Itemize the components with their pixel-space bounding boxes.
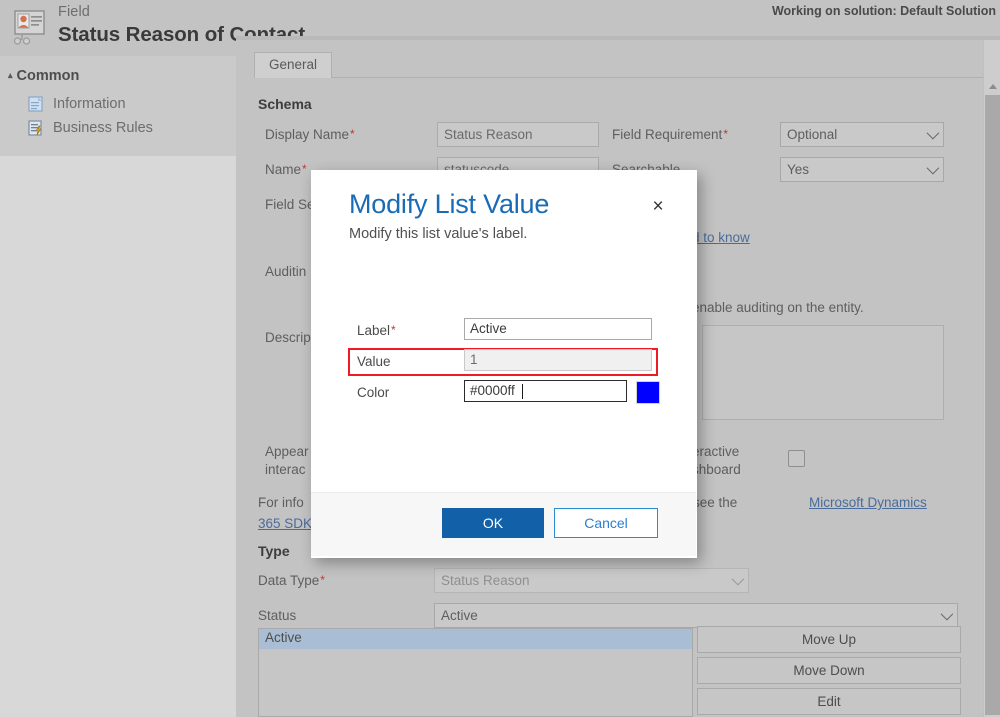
label-interactive-line1: eractive: [692, 444, 739, 459]
sidebar-group-label: Common: [17, 68, 80, 84]
vertical-scrollbar[interactable]: [983, 40, 1000, 717]
working-solution-label: Working on solution: Default Solution: [772, 4, 996, 18]
auditing-note: enable auditing on the entity.: [692, 300, 864, 315]
color-swatch[interactable]: [636, 381, 660, 404]
sdk-note-prefix: For info: [258, 495, 304, 510]
chevron-down-icon: [732, 573, 745, 586]
label-field-security: Field Se: [265, 197, 315, 212]
modify-list-value-dialog: Modify List Value Modify this list value…: [311, 170, 696, 556]
sidebar-group-common[interactable]: ▴ Common: [8, 68, 79, 84]
sidebar-item-label: Business Rules: [53, 120, 153, 136]
information-page-icon: [28, 96, 45, 112]
close-icon[interactable]: ×: [648, 196, 668, 216]
interactive-dashboard-checkbox[interactable]: [788, 450, 805, 467]
edit-button[interactable]: Edit: [697, 688, 961, 715]
label-field-requirement: Field Requirement*: [612, 127, 728, 142]
sidebar-item-business-rules[interactable]: Business Rules: [28, 116, 153, 140]
label-name: Name*: [265, 162, 307, 177]
list-item[interactable]: Active: [259, 629, 692, 649]
modal-label-label: Label*: [357, 323, 396, 338]
field-requirement-value: Optional: [787, 127, 837, 142]
move-up-button[interactable]: Move Up: [697, 626, 961, 653]
modal-footer: OK Cancel: [311, 492, 696, 556]
status-value: Active: [441, 608, 478, 623]
required-marker: *: [723, 127, 728, 141]
business-rules-icon: [28, 120, 45, 136]
chevron-down-icon: [941, 608, 954, 621]
move-down-button[interactable]: Move Down: [697, 657, 961, 684]
searchable-value: Yes: [787, 162, 809, 177]
sidebar: ▴ Common Information Business Rules: [0, 56, 236, 156]
collapse-caret-icon: ▴: [8, 70, 13, 81]
label-status: Status: [258, 608, 296, 623]
modal-color-label: Color: [357, 385, 389, 400]
ok-button[interactable]: OK: [442, 508, 544, 538]
text-caret: [522, 384, 523, 399]
label-data-type: Data Type*: [258, 573, 325, 588]
searchable-select[interactable]: Yes: [780, 157, 944, 182]
scrollbar-thumb[interactable]: [985, 95, 1000, 715]
data-type-select: Status Reason: [434, 568, 749, 593]
scroll-up-arrow-icon[interactable]: [984, 78, 1000, 95]
label-interactive-line2: shboard: [692, 462, 741, 477]
label-display-name: Display Name*: [265, 127, 355, 142]
required-marker: *: [302, 162, 307, 176]
label-value-input[interactable]: Active: [464, 318, 652, 340]
description-textarea[interactable]: [702, 325, 944, 420]
chevron-down-icon: [927, 162, 940, 175]
label-appearance-line2: interac: [265, 462, 306, 477]
option-list[interactable]: Active: [258, 628, 693, 717]
cancel-button[interactable]: Cancel: [554, 508, 658, 538]
value-input[interactable]: 1: [464, 349, 652, 371]
label-auditing: Auditin: [265, 264, 306, 279]
sdk-link-line1[interactable]: Microsoft Dynamics: [809, 495, 927, 510]
modal-title: Modify List Value: [349, 189, 549, 220]
tab-strip: General: [244, 52, 992, 78]
tab-general[interactable]: General: [254, 52, 332, 78]
display-name-input[interactable]: Status Reason: [437, 122, 599, 147]
sidebar-item-information[interactable]: Information: [28, 92, 126, 116]
contact-card-icon: [10, 8, 50, 46]
modal-value-label: Value: [357, 354, 391, 369]
sdk-link-line2[interactable]: 365 SDK: [258, 516, 312, 531]
schema-heading: Schema: [258, 96, 312, 112]
header-kicker: Field: [58, 4, 90, 20]
color-input[interactable]: #0000ff: [464, 380, 627, 402]
required-marker: *: [320, 573, 325, 587]
label-description: Descrip: [265, 330, 311, 345]
required-marker: *: [391, 323, 396, 337]
type-heading: Type: [258, 543, 290, 559]
sidebar-item-label: Information: [53, 96, 126, 112]
data-type-value: Status Reason: [441, 573, 530, 588]
modal-subtitle: Modify this list value's label.: [349, 226, 527, 242]
tab-underline: [254, 77, 992, 78]
required-marker: *: [350, 127, 355, 141]
need-to-know-link[interactable]: d to know: [692, 230, 750, 245]
chevron-down-icon: [927, 127, 940, 140]
label-appearance-line1: Appear: [265, 444, 309, 459]
sidebar-background: [0, 156, 236, 717]
status-select[interactable]: Active: [434, 603, 958, 628]
field-requirement-select[interactable]: Optional: [780, 122, 944, 147]
